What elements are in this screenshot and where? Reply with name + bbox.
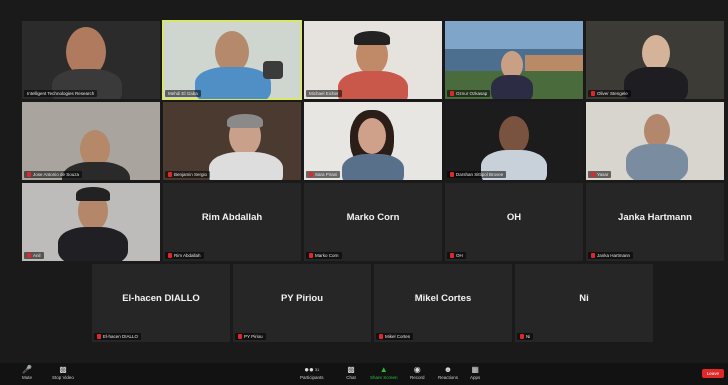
participant-display-name: Marko Corn — [346, 211, 400, 223]
mic-muted-icon — [450, 253, 454, 258]
participant-tile[interactable]: Marko Corn Marko Corn — [304, 183, 442, 261]
participant-tile[interactable]: OH OH — [445, 183, 583, 261]
video-tile[interactable]: Sara Pirani — [304, 102, 442, 180]
video-tile[interactable]: Oznur Ozkasap — [445, 21, 583, 99]
mic-muted-icon — [379, 334, 383, 339]
mic-muted-icon — [238, 334, 242, 339]
gallery-view: Intelligent Technologies Research Mehdi … — [0, 0, 728, 363]
participant-name: OH — [447, 252, 466, 259]
participant-tile[interactable]: Rim Abdallah Rim Abdallah — [163, 183, 301, 261]
participant-name: Michael Eicher — [306, 90, 342, 97]
mic-muted-icon — [309, 172, 313, 177]
video-tile[interactable]: Jose Antonio de Souza — [22, 102, 160, 180]
video-tile[interactable]: Oliver Stengele — [586, 21, 724, 99]
participant-name: Ni — [517, 333, 534, 340]
participant-display-name: OH — [506, 211, 522, 223]
stop-video-button[interactable]: ▩ Stop Video — [52, 365, 74, 380]
apps-button[interactable]: ▦ Apps — [470, 365, 480, 380]
video-tile[interactable]: Yasar — [586, 102, 724, 180]
apps-icon: ▦ — [471, 365, 479, 374]
participant-name: Intelligent Technologies Research — [24, 90, 98, 97]
chat-icon: ▩ — [347, 365, 355, 374]
participant-tile[interactable]: Janka Hartmann Janka Hartmann — [586, 183, 724, 261]
mic-muted-icon — [591, 172, 595, 177]
reactions-icon: ☻ — [443, 365, 453, 374]
participant-name: PY Piriou — [235, 333, 266, 340]
participant-name: Rim Abdallah — [165, 252, 204, 259]
record-button[interactable]: ◉ Record — [410, 365, 425, 380]
mic-muted-icon — [591, 91, 595, 96]
mic-muted-icon — [168, 253, 172, 258]
mic-muted-icon — [168, 172, 172, 177]
participant-name: Jose Antonio de Souza — [24, 171, 83, 178]
participant-name: Benjamin Sergio — [165, 171, 211, 178]
mic-muted-icon — [27, 172, 31, 177]
microphone-icon: 🎤 — [22, 365, 32, 374]
participant-name: Mehdi El Gaba — [165, 90, 201, 97]
participant-display-name: Rim Abdallah — [201, 211, 263, 223]
participant-name: Oliver Stengele — [588, 90, 631, 97]
participant-name: Mikel Cortes — [376, 333, 414, 340]
meeting-toolbar: 🎤 Mute ▩ Stop Video ●● 31 Participants ▩ … — [0, 363, 728, 385]
participant-display-name: Janka Hartmann — [618, 211, 692, 223]
mic-muted-icon — [450, 172, 454, 177]
participant-display-name: El-hacen DIALLO — [122, 292, 200, 304]
participant-name: El-hacen DIALLO — [94, 333, 142, 340]
participant-tile[interactable]: Ni Ni — [515, 264, 653, 342]
participant-name: Darshan Sittipol Brovee — [447, 171, 507, 178]
video-tile[interactable]: Anil — [22, 183, 160, 261]
mic-muted-icon — [97, 334, 101, 339]
share-screen-button[interactable]: ▲ Share Screen — [370, 365, 398, 380]
participant-tile[interactable]: PY Piriou PY Piriou — [233, 264, 371, 342]
video-camera-icon: ▩ — [59, 365, 67, 374]
participant-display-name: Ni — [579, 292, 589, 304]
video-tile[interactable]: Michael Eicher — [304, 21, 442, 99]
mic-muted-icon — [520, 334, 524, 339]
reactions-button[interactable]: ☻ Reactions — [438, 365, 458, 380]
participants-icon: ●● 31 — [304, 365, 320, 374]
participant-name: Oznur Ozkasap — [447, 90, 491, 97]
mic-muted-icon — [591, 253, 595, 258]
video-tile[interactable]: Benjamin Sergio — [163, 102, 301, 180]
chat-button[interactable]: ▩ Chat — [346, 365, 356, 380]
video-tile-active-speaker[interactable]: Mehdi El Gaba — [162, 20, 302, 100]
record-icon: ◉ — [413, 365, 421, 374]
participant-name: Janka Hartmann — [588, 252, 634, 259]
participant-tile[interactable]: El-hacen DIALLO El-hacen DIALLO — [92, 264, 230, 342]
participants-count: 31 — [314, 367, 320, 372]
mute-button[interactable]: 🎤 Mute — [22, 365, 32, 380]
leave-button[interactable]: Leave — [701, 369, 724, 378]
participants-button[interactable]: ●● 31 Participants — [300, 365, 324, 380]
participant-display-name: Mikel Cortes — [414, 292, 472, 304]
mic-muted-icon — [309, 253, 313, 258]
mic-muted-icon — [27, 253, 31, 258]
participant-name: Sara Pirani — [306, 171, 341, 178]
share-screen-icon: ▲ — [379, 365, 388, 374]
video-tile[interactable]: Darshan Sittipol Brovee — [445, 102, 583, 180]
participant-display-name: PY Piriou — [280, 292, 324, 304]
participant-name: Anil — [24, 252, 44, 259]
participant-name: Yasar — [588, 171, 612, 178]
mic-muted-icon — [450, 91, 454, 96]
participant-name: Marko Corn — [306, 252, 342, 259]
participant-tile[interactable]: Mikel Cortes Mikel Cortes — [374, 264, 512, 342]
video-tile[interactable]: Intelligent Technologies Research — [22, 21, 160, 99]
